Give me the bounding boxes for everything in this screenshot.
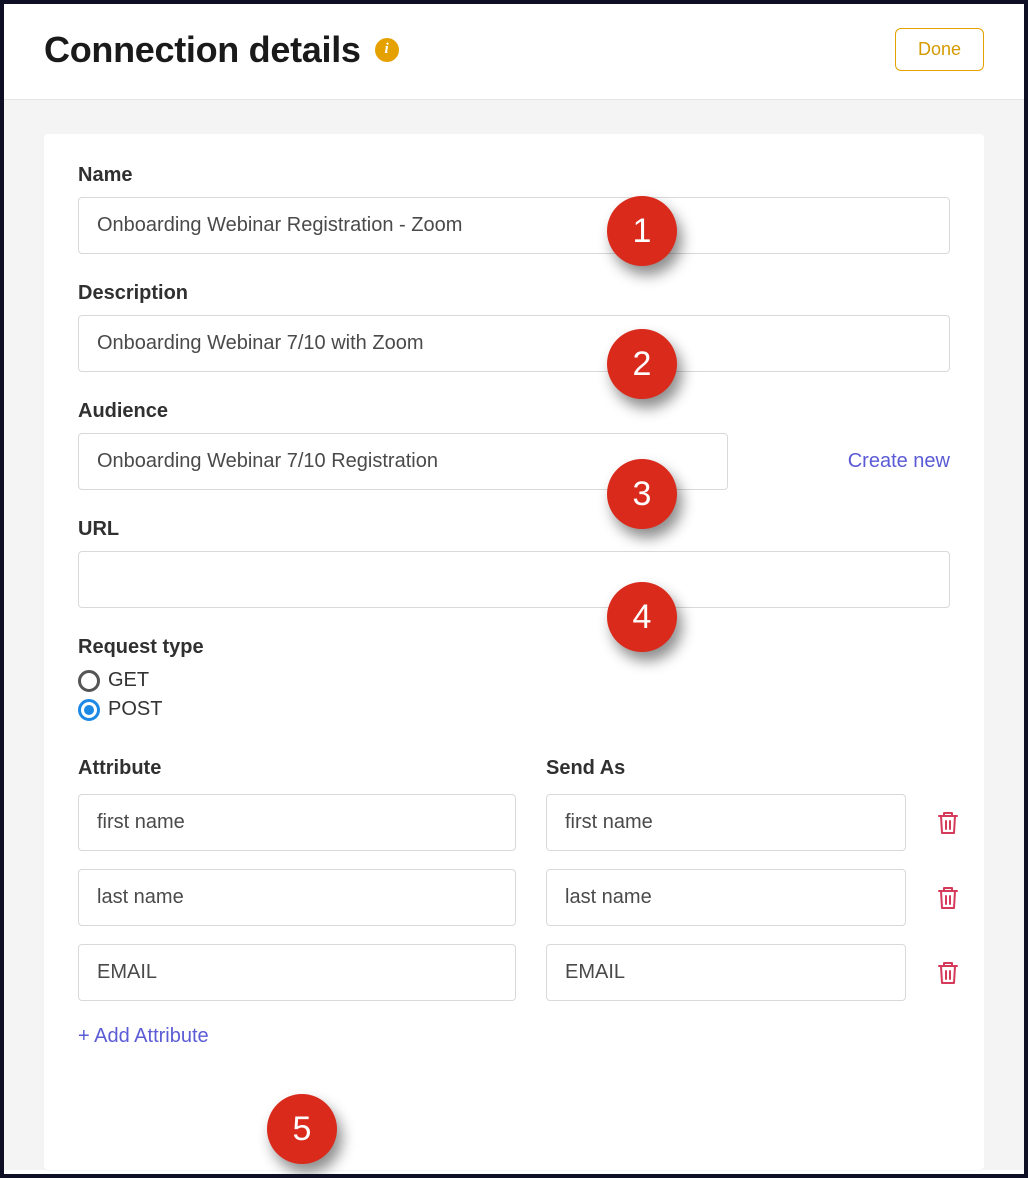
title-block: Connection details i — [44, 29, 399, 71]
attribute-rows — [78, 794, 950, 1001]
callout-5: 5 — [267, 1094, 337, 1164]
audience-row: Create new — [78, 433, 950, 490]
callout-3: 3 — [607, 459, 677, 529]
sendas-input[interactable] — [546, 794, 906, 851]
attribute-input[interactable] — [78, 944, 516, 1001]
request-type-field: Request type GET POST — [78, 636, 950, 721]
attribute-header: Attribute — [78, 757, 516, 780]
audience-label: Audience — [78, 400, 950, 423]
form-card: Name Description Audience Create new URL… — [44, 134, 984, 1170]
sendas-input[interactable] — [546, 869, 906, 926]
description-label: Description — [78, 282, 950, 305]
sendas-header: Send As — [546, 757, 906, 780]
delete-attribute-icon[interactable] — [936, 808, 960, 838]
request-type-group: GET POST — [78, 669, 950, 721]
radio-icon — [78, 699, 100, 721]
url-field: URL — [78, 518, 950, 608]
attribute-row — [78, 869, 950, 926]
radio-icon — [78, 670, 100, 692]
audience-field: Audience Create new — [78, 400, 950, 490]
attribute-row — [78, 944, 950, 1001]
attribute-input[interactable] — [78, 794, 516, 851]
delete-attribute-icon[interactable] — [936, 958, 960, 988]
sendas-input[interactable] — [546, 944, 906, 1001]
attribute-input[interactable] — [78, 869, 516, 926]
callout-1: 1 — [607, 196, 677, 266]
request-post-label: POST — [108, 698, 162, 721]
attribute-row — [78, 794, 950, 851]
page-header: Connection details i Done — [4, 4, 1024, 100]
app-frame: Connection details i Done Name Descripti… — [0, 0, 1028, 1178]
name-input[interactable] — [78, 197, 950, 254]
url-label: URL — [78, 518, 950, 541]
url-input[interactable] — [78, 551, 950, 608]
delete-attribute-icon[interactable] — [936, 883, 960, 913]
name-label: Name — [78, 164, 950, 187]
request-type-label: Request type — [78, 636, 950, 659]
request-type-post[interactable]: POST — [78, 698, 950, 721]
description-field: Description — [78, 282, 950, 372]
attribute-columns-header: Attribute Send As — [78, 757, 950, 780]
name-field: Name — [78, 164, 950, 254]
callout-2: 2 — [607, 329, 677, 399]
request-type-get[interactable]: GET — [78, 669, 950, 692]
callout-4: 4 — [607, 582, 677, 652]
description-input[interactable] — [78, 315, 950, 372]
create-new-link[interactable]: Create new — [848, 450, 950, 473]
request-get-label: GET — [108, 669, 149, 692]
done-button[interactable]: Done — [895, 28, 984, 71]
add-attribute-link[interactable]: + Add Attribute — [78, 1025, 209, 1048]
page-title: Connection details — [44, 29, 361, 71]
info-icon[interactable]: i — [375, 38, 399, 62]
content-surface: Name Description Audience Create new URL… — [4, 100, 1024, 1170]
